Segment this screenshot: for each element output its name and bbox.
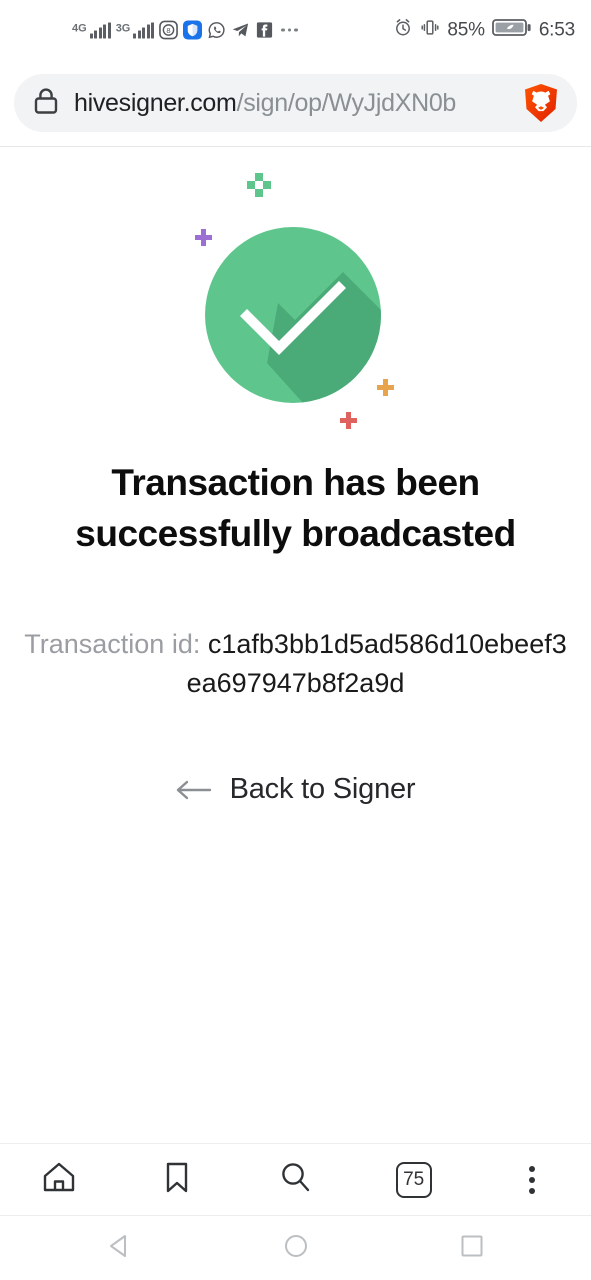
bookmark-icon (158, 1158, 196, 1201)
android-home-button[interactable] (266, 1216, 326, 1280)
tab-count-badge: 75 (395, 1161, 432, 1198)
alarm-clock-icon (393, 18, 413, 43)
status-bar-left: 4G 3G 8 (72, 20, 298, 40)
nav-back-triangle-icon (105, 1231, 135, 1266)
success-checkmark-icon (194, 173, 394, 429)
transaction-id: Transaction id: c1afb3bb1d5ad586d10ebeef… (23, 625, 568, 703)
page-content: Transaction has been successfully broadc… (0, 147, 591, 1143)
back-to-signer-label: Back to Signer (229, 773, 416, 806)
signal-bars-icon (133, 22, 155, 38)
success-illustration (0, 147, 591, 443)
menu-button[interactable] (496, 1144, 568, 1216)
more-notifications-icon (281, 28, 298, 32)
signal-indicator-4g: 4G (72, 22, 111, 38)
signal-indicator-3g: 3G (116, 22, 155, 38)
url-text[interactable]: hivesigner.com/sign/op/WyJjdXN0b (74, 91, 515, 116)
battery-saver-leaf-icon (491, 17, 532, 44)
status-bar-right: 85% 6:53 (393, 17, 575, 44)
brave-lion-icon[interactable] (519, 81, 563, 125)
lock-icon (32, 86, 60, 121)
back-to-signer-link[interactable]: Back to Signer (0, 773, 591, 806)
browser-url-bar-container: hivesigner.com/sign/op/WyJjdXN0b (0, 60, 591, 146)
signal-bars-icon (89, 22, 111, 38)
eight-ball-badge-icon: 8 (159, 20, 179, 40)
transaction-id-label: Transaction id: (24, 629, 201, 660)
android-back-button[interactable] (90, 1216, 150, 1280)
browser-bottom-toolbar: 75 (0, 1143, 591, 1215)
sparkle-red (339, 412, 357, 429)
url-bar[interactable]: hivesigner.com/sign/op/WyJjdXN0b (14, 74, 577, 132)
network-type-label: 3G (115, 22, 131, 34)
android-navigation-bar (0, 1215, 591, 1280)
battery-percent-label: 85% (447, 19, 485, 40)
url-host: hivesigner.com (74, 90, 237, 116)
search-icon (276, 1158, 314, 1201)
svg-text:8: 8 (167, 26, 171, 35)
nav-recents-square-icon (457, 1231, 487, 1266)
android-recents-button[interactable] (442, 1216, 502, 1280)
kebab-menu-icon (528, 1165, 535, 1194)
arrow-left-icon (176, 779, 214, 801)
bookmarks-button[interactable] (141, 1144, 213, 1216)
shield-icon (183, 20, 203, 40)
url-path: /sign/op/WyJjdXN0b (236, 90, 457, 116)
status-bar-clock: 6:53 (538, 19, 575, 40)
page-title: Transaction has been successfully broadc… (75, 462, 516, 555)
sparkle-purple (194, 229, 212, 246)
nav-home-circle-icon (281, 1231, 311, 1266)
network-type-label: 4G (72, 22, 87, 34)
status-bar: 4G 3G 8 85% 6:53 (0, 0, 591, 60)
facebook-icon (255, 21, 274, 40)
home-icon (40, 1158, 78, 1201)
sparkle-green (246, 173, 271, 197)
vibrate-icon (420, 18, 440, 43)
telegram-icon (231, 21, 250, 40)
whatsapp-icon (207, 21, 226, 40)
home-button[interactable] (23, 1144, 95, 1216)
search-button[interactable] (259, 1144, 331, 1216)
tab-switcher-button[interactable]: 75 (378, 1144, 450, 1216)
transaction-id-value: c1afb3bb1d5ad586d10ebeef3ea697947b8f2a9d (186, 629, 567, 699)
sparkle-orange (376, 379, 394, 396)
